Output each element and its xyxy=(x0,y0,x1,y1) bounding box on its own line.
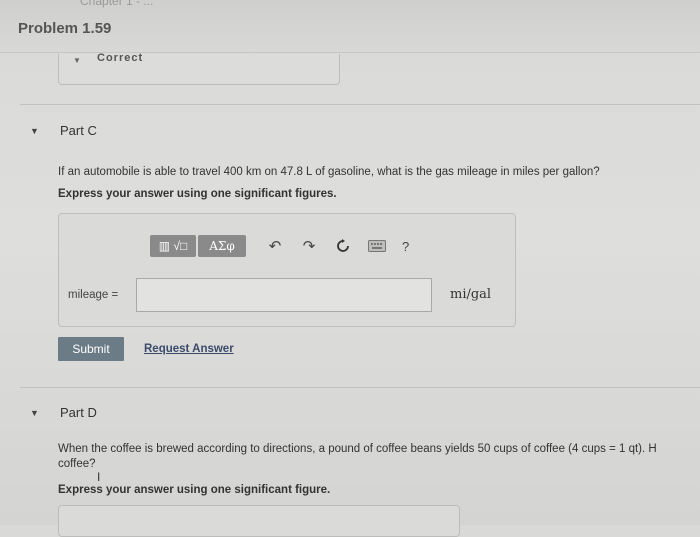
part-d-label: Part D xyxy=(60,405,97,421)
templates-button[interactable]: ▥ √□ xyxy=(150,235,196,257)
redo-icon[interactable]: ↷ xyxy=(298,235,320,257)
submit-button[interactable]: Submit xyxy=(58,337,124,361)
greek-symbols-button[interactable]: ΑΣφ xyxy=(198,235,246,257)
top-bar: Chapter 1 - ... Problem 1.59 xyxy=(0,0,700,53)
part-c-label: Part C xyxy=(60,123,97,139)
collapsed-part-b-box[interactable]: ▼ Correct xyxy=(58,52,340,85)
section-divider xyxy=(20,104,700,105)
expand-triangle-icon[interactable]: ▼ xyxy=(30,408,44,418)
reset-icon[interactable] xyxy=(332,235,354,257)
mileage-label: mileage = xyxy=(68,289,119,301)
part-c-question: If an automobile is able to travel 400 k… xyxy=(58,166,600,178)
collapse-triangle-icon[interactable]: ▼ xyxy=(73,56,81,65)
section-divider xyxy=(20,387,700,388)
part-c-instruction: Express your answer using one significan… xyxy=(58,188,337,200)
part-c-header[interactable]: ▼ Part C xyxy=(30,122,97,138)
mileage-input[interactable] xyxy=(136,278,432,312)
request-answer-link[interactable]: Request Answer xyxy=(144,343,234,355)
part-d-answer-panel xyxy=(58,505,460,537)
keyboard-icon[interactable] xyxy=(366,235,388,257)
ghost-header-text: Chapter 1 - ... xyxy=(80,0,154,8)
unit-label: mi/gal xyxy=(450,287,492,302)
text-cursor-icon: I xyxy=(97,470,101,484)
math-toolbar: ▥ √□ ΑΣφ ↶ ↷ ? xyxy=(150,234,409,258)
part-d-question-line1: When the coffee is brewed according to d… xyxy=(58,443,657,455)
help-button[interactable]: ? xyxy=(402,239,409,254)
part-status-text: Correct xyxy=(97,52,144,64)
part-d-question-line2: coffee? xyxy=(58,458,96,470)
part-d-instruction: Express your answer using one significan… xyxy=(58,484,331,496)
problem-title: Problem 1.59 xyxy=(18,20,112,37)
undo-icon[interactable]: ↶ xyxy=(264,235,286,257)
part-d-header[interactable]: ▼ Part D xyxy=(30,404,97,420)
expand-triangle-icon[interactable]: ▼ xyxy=(30,126,44,136)
